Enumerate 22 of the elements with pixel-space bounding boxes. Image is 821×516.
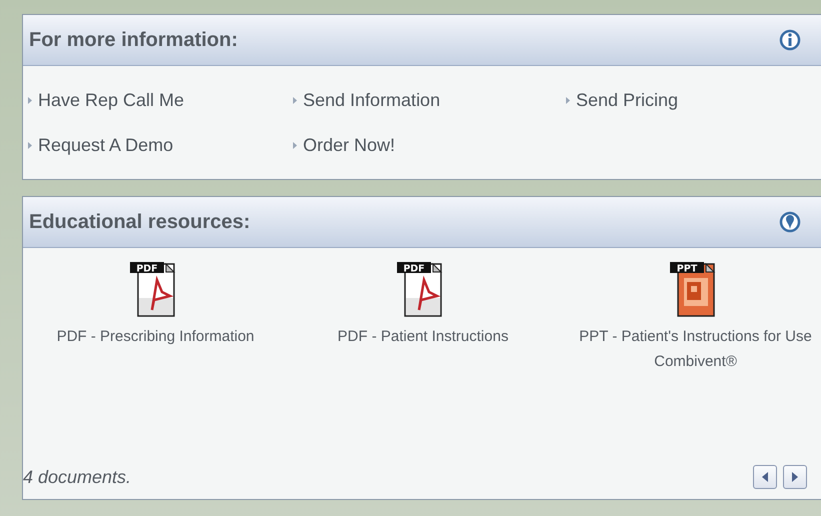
- next-button[interactable]: [783, 465, 807, 489]
- document-link[interactable]: PPT - Patient's Instructions for Use Combivent®: [570, 324, 820, 374]
- panel-title: For more information:: [29, 28, 238, 52]
- bullet-icon: [293, 97, 297, 104]
- panel-title: Educational resources:: [29, 210, 250, 234]
- bullet-icon: [566, 97, 570, 104]
- bullet-icon: [28, 142, 32, 149]
- link[interactable]: Send Pricing: [566, 90, 678, 111]
- left-triangle-icon: [762, 472, 768, 482]
- bullet-icon: [293, 142, 297, 149]
- previous-button[interactable]: [753, 465, 777, 489]
- document-link[interactable]: PDF - Prescribing Information: [56, 324, 254, 349]
- document-link[interactable]: PDF - Patient Instructions: [338, 324, 508, 349]
- link[interactable]: Send Information: [293, 90, 440, 111]
- link[interactable]: Order Now!: [293, 135, 396, 156]
- link[interactable]: Request A Demo: [28, 135, 174, 156]
- right-triangle-icon: [792, 472, 798, 482]
- bullet-icon: [28, 97, 32, 104]
- link[interactable]: Have Rep Call Me: [28, 90, 184, 111]
- marker-icon[interactable]: [779, 211, 801, 233]
- document-count: 4 documents.: [23, 466, 132, 488]
- info-icon[interactable]: [779, 29, 801, 51]
